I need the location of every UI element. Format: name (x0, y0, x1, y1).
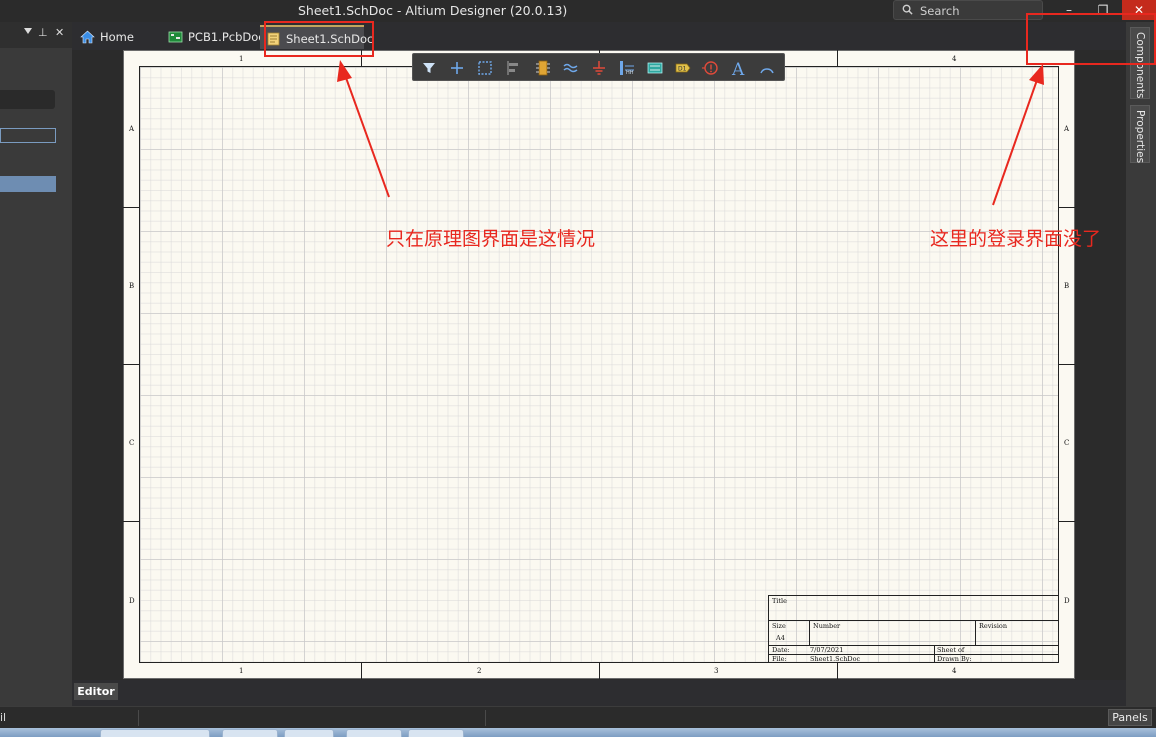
home-icon (80, 30, 95, 44)
zone-divider (1059, 207, 1075, 208)
search-icon (902, 4, 913, 15)
os-taskbar (0, 728, 1156, 737)
panel-close-icon[interactable]: ✕ (55, 26, 64, 39)
panel-filter-field[interactable] (0, 128, 56, 143)
net-label-icon[interactable]: D1 (673, 58, 693, 78)
column-label: 2 (477, 667, 482, 675)
bus-icon[interactable]: HH (617, 58, 637, 78)
date-label: Date: (772, 646, 790, 654)
right-panel-dock: Components Properties (1126, 22, 1156, 706)
column-label: 1 (239, 55, 244, 63)
search-placeholder: Search (920, 4, 960, 18)
row-label: C (129, 439, 135, 447)
status-bar: il Panels (0, 706, 1156, 728)
zone-divider (1059, 364, 1075, 365)
part-icon[interactable] (533, 58, 553, 78)
column-label: 1 (239, 667, 244, 675)
zone-divider (837, 50, 838, 66)
title-bar: Sheet1.SchDoc - Altium Designer (20.0.13… (0, 0, 1156, 22)
panel-search-field[interactable] (0, 90, 55, 109)
title-label: Title (772, 597, 787, 605)
left-panel: ⊥ ✕ (0, 22, 72, 706)
size-value: A4 (776, 634, 785, 642)
altium-window: Sheet1.SchDoc - Altium Designer (20.0.13… (0, 0, 1156, 737)
zone-divider (837, 663, 838, 679)
date-value: 7/07/2021 (810, 646, 844, 654)
tab-home-page[interactable]: Home Page (74, 25, 162, 68)
wire-icon[interactable] (561, 58, 581, 78)
schematic-grid[interactable] (139, 66, 1059, 663)
document-tabs: Home Page PCB1.PcbDoc Sheet1.SchDoc (72, 22, 1126, 68)
pcb-doc-icon (168, 31, 183, 43)
select-rect-icon[interactable] (475, 58, 495, 78)
zone-divider (361, 663, 362, 679)
annotation-box-tab (264, 21, 374, 57)
tab-label: PCB1.PcbDoc (188, 30, 265, 44)
column-label: 4 (952, 667, 957, 675)
arc-icon[interactable] (757, 58, 777, 78)
taskbar-item[interactable] (408, 729, 464, 737)
status-text: il (0, 711, 7, 724)
zone-divider (123, 207, 139, 208)
annotation-right-note: 这里的登录界面没了 (930, 228, 1102, 250)
row-label: A (129, 125, 135, 133)
zone-divider (599, 663, 600, 679)
ground-icon[interactable] (589, 58, 609, 78)
file-label: File: (772, 655, 787, 663)
zone-divider (123, 521, 139, 522)
taskbar-item[interactable] (346, 729, 402, 737)
taskbar-item[interactable] (222, 729, 278, 737)
number-label: Number (813, 622, 841, 630)
row-label: B (1064, 282, 1070, 290)
annotation-left-note: 只在原理图界面是这情况 (386, 228, 596, 250)
zone-divider (1059, 521, 1075, 522)
search-box[interactable]: Search (893, 0, 1043, 20)
annotation-box-login (1026, 13, 1156, 65)
window-title: Sheet1.SchDoc - Altium Designer (20.0.13… (298, 3, 568, 18)
pin-icon[interactable]: ⊥ (38, 26, 48, 39)
panel-selected-item[interactable] (0, 176, 56, 192)
active-bar-toolbar: HH D1 A (412, 53, 785, 81)
text-icon[interactable]: A (729, 58, 749, 80)
svg-text:HH: HH (626, 70, 634, 76)
svg-text:A: A (731, 60, 745, 78)
row-label: D (1064, 597, 1070, 605)
row-label: B (129, 282, 135, 290)
panels-button[interactable]: Panels (1108, 709, 1152, 726)
crosshair-icon[interactable] (447, 58, 467, 78)
dropdown-arrow-icon[interactable] (24, 28, 32, 34)
file-value: Sheet1.SchDoc (810, 655, 861, 663)
zone-divider (123, 364, 139, 365)
size-label: Size (772, 622, 786, 630)
left-panel-header: ⊥ ✕ (0, 22, 72, 48)
properties-panel-tab[interactable]: Properties (1130, 105, 1150, 163)
column-label: 4 (952, 55, 957, 63)
row-label: A (1064, 125, 1070, 133)
row-label: D (129, 597, 135, 605)
svg-text:D1: D1 (678, 66, 687, 73)
taskbar-item[interactable] (284, 729, 334, 737)
align-icon[interactable] (503, 58, 523, 78)
filter-icon[interactable] (419, 58, 439, 78)
column-label: 3 (714, 667, 719, 675)
editor-tab[interactable]: Editor (74, 683, 118, 700)
drawn-by-label: Drawn By: (937, 655, 972, 663)
harness-icon[interactable] (645, 58, 665, 78)
tab-pcb1[interactable]: PCB1.PcbDoc (162, 25, 265, 49)
revision-label: Revision (979, 622, 1008, 630)
taskbar-item[interactable] (100, 729, 210, 737)
row-label: C (1064, 439, 1070, 447)
sheet-of-label: Sheet of (937, 646, 965, 654)
port-icon[interactable] (701, 58, 721, 78)
